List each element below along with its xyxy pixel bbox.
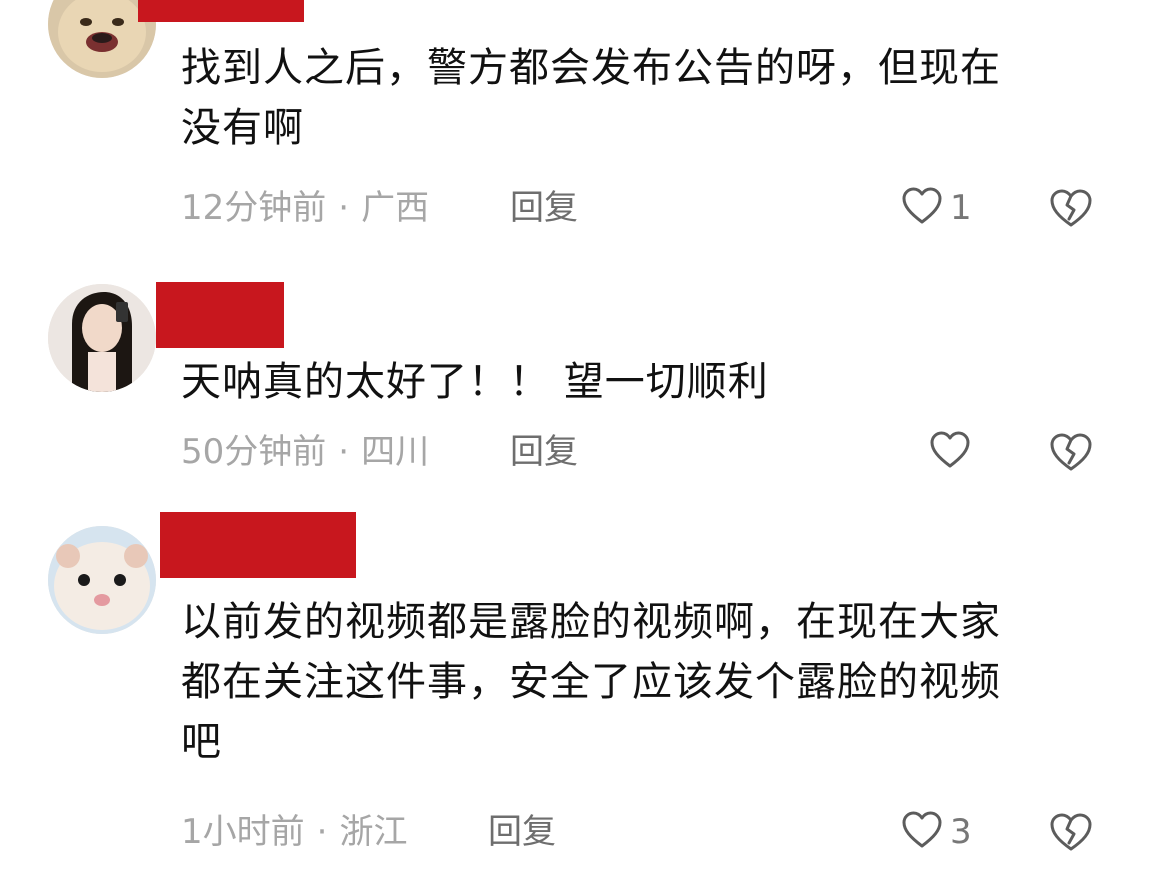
broken-heart-icon — [1048, 433, 1094, 479]
location: 四川 — [361, 432, 430, 472]
reply-button[interactable]: 回复 — [510, 186, 578, 230]
comment-text-line: 没有啊 — [181, 105, 304, 151]
broken-heart-icon — [1048, 189, 1094, 235]
timestamp: 1小时前 — [181, 812, 305, 852]
timestamp: 12分钟前 — [181, 188, 327, 228]
heart-outline-icon — [928, 428, 972, 476]
comment-meta: 1小时前 · 浙江 — [181, 810, 407, 854]
comment-text: 找到人之后，警方都会发布公告的呀，但现在 没有啊 — [181, 38, 1091, 158]
redacted-username[interactable] — [160, 512, 356, 578]
like-button[interactable] — [928, 430, 978, 474]
comment-3: 以前发的视频都是露脸的视频啊，在现在大家 都在关注这件事，安全了应该发个露脸的视… — [0, 500, 1152, 884]
comment-text: 以前发的视频都是露脸的视频啊，在现在大家 都在关注这件事，安全了应该发个露脸的视… — [181, 592, 1091, 772]
like-button[interactable]: 1 — [900, 186, 972, 230]
avatar[interactable] — [48, 284, 156, 392]
redacted-username[interactable] — [156, 282, 284, 348]
separator-dot: · — [338, 188, 350, 228]
dislike-button[interactable] — [1048, 809, 1094, 855]
comment-meta: 50分钟前 · 四川 — [181, 430, 429, 474]
reply-button[interactable]: 回复 — [488, 810, 556, 854]
comment-text-line: 都在关注这件事，安全了应该发个露脸的视频 — [181, 659, 1001, 705]
avatar[interactable] — [48, 526, 156, 634]
comment-2: 天呐真的太好了！！ 望一切顺利 50分钟前 · 四川 回复 — [0, 260, 1152, 500]
comment-text-line: 以前发的视频都是露脸的视频啊，在现在大家 — [181, 599, 1001, 645]
location: 浙江 — [339, 812, 408, 852]
separator-dot: · — [338, 432, 350, 472]
comment-text-line: 找到人之后，警方都会发布公告的呀，但现在 — [181, 45, 1001, 91]
comment-meta: 12分钟前 · 广西 — [181, 186, 429, 230]
dislike-button[interactable] — [1048, 185, 1094, 231]
timestamp: 50分钟前 — [181, 432, 327, 472]
comment-text-line: 吧 — [181, 719, 222, 765]
like-button[interactable]: 3 — [900, 810, 972, 854]
redacted-username[interactable] — [138, 0, 304, 22]
separator-dot: · — [316, 812, 328, 852]
broken-heart-icon — [1048, 813, 1094, 859]
heart-outline-icon — [900, 184, 944, 232]
comment-text: 天呐真的太好了！！ 望一切顺利 — [181, 352, 1091, 412]
dislike-button[interactable] — [1048, 429, 1094, 475]
like-count: 1 — [950, 188, 972, 228]
heart-outline-icon — [900, 808, 944, 856]
reply-button[interactable]: 回复 — [510, 430, 578, 474]
location: 广西 — [361, 188, 430, 228]
comment-text-line: 天呐真的太好了！！ 望一切顺利 — [181, 359, 769, 405]
like-count: 3 — [950, 812, 972, 852]
comment-1: 找到人之后，警方都会发布公告的呀，但现在 没有啊 12分钟前 · 广西 回复 1 — [0, 0, 1152, 260]
